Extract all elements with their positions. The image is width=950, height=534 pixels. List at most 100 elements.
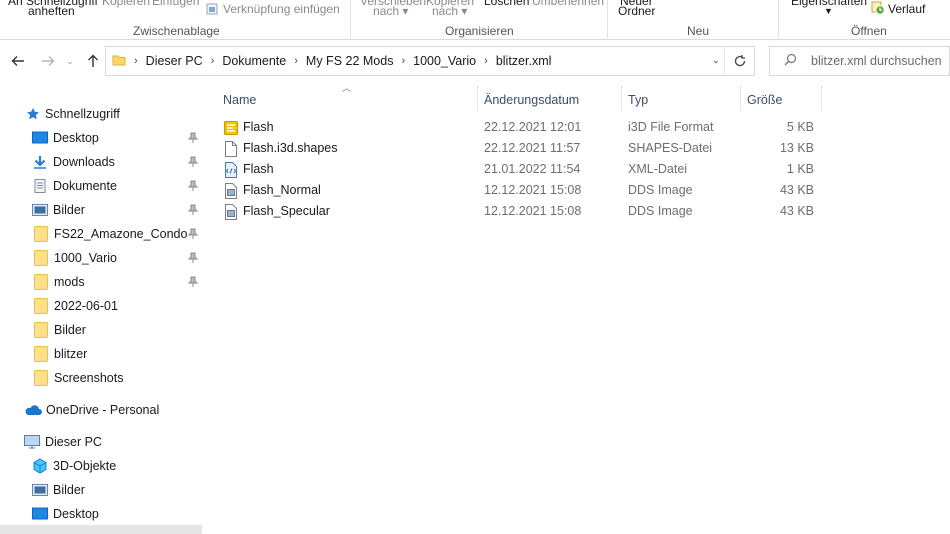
folder-icon (34, 226, 48, 242)
cloud-icon (25, 405, 42, 415)
pin-icon[interactable] (188, 132, 198, 144)
chevron-right-icon: › (484, 55, 488, 67)
breadcrumb-item[interactable]: Dokumente (222, 54, 286, 68)
pin-icon[interactable] (188, 252, 198, 264)
file-date: 22.12.2021 11:57 (484, 141, 581, 155)
breadcrumb-item[interactable]: 1000_Vario (413, 54, 476, 68)
sidebar-item-pc-pictures[interactable]: Bilder (0, 478, 202, 502)
sidebar-item-2022-06-01[interactable]: 2022-06-01 (0, 294, 202, 318)
pin-icon[interactable] (188, 204, 198, 216)
breadcrumb-item[interactable]: blitzer.xml (496, 54, 552, 68)
column-header-size[interactable]: Größe (747, 81, 821, 119)
sidebar-item-label: Desktop (53, 131, 99, 145)
sidebar-item-this-pc[interactable]: Dieser PC (0, 430, 202, 454)
file-row[interactable]: Flash_Specular 12.12.2021 15:08 DDS Imag… (210, 201, 950, 222)
column-header-type[interactable]: Typ (628, 81, 740, 119)
column-header-label: Größe (747, 93, 783, 107)
address-bar[interactable]: › Dieser PC › Dokumente › My FS 22 Mods … (105, 46, 755, 76)
column-header-label: Name (223, 93, 257, 107)
copy-button[interactable]: Kopieren (102, 0, 150, 8)
sidebar-item-label: OneDrive - Personal (46, 403, 160, 417)
chevron-right-icon: › (294, 55, 298, 67)
refresh-button[interactable] (724, 47, 754, 75)
column-header-date[interactable]: Änderungsdatum (484, 81, 620, 119)
sidebar-item-screenshots[interactable]: Screenshots (0, 366, 202, 390)
image-file-icon (225, 204, 237, 220)
sidebar-item-label: Bilder (53, 483, 85, 497)
sidebar-item-label: Schnellzugriff (45, 107, 120, 121)
folder-icon (112, 53, 126, 70)
sidebar-item-documents[interactable]: Dokumente (0, 174, 202, 198)
delete-button[interactable]: Löschen (484, 0, 529, 8)
file-size: 13 KB (779, 141, 814, 155)
column-divider[interactable] (621, 85, 622, 111)
rename-button[interactable]: Umbenennen (532, 0, 604, 8)
pictures-icon (32, 484, 48, 496)
recent-locations-button[interactable]: ⌄ (60, 51, 80, 71)
folder-icon (34, 250, 48, 266)
pin-icon[interactable] (188, 228, 198, 240)
sidebar-item-onedrive[interactable]: OneDrive - Personal (0, 398, 202, 422)
properties-dropdown-icon[interactable]: ▼ (824, 5, 833, 18)
sidebar-item-3d-objects[interactable]: 3D-Objekte (0, 454, 202, 478)
new-folder-label-2: Ordner (618, 4, 656, 18)
ribbon-divider (350, 0, 351, 38)
3d-objects-icon (33, 458, 47, 474)
sidebar-item-downloads[interactable]: Downloads (0, 150, 202, 174)
file-type: SHAPES-Datei (628, 141, 713, 155)
file-date: 12.12.2021 15:08 (484, 204, 582, 218)
group-open-label: Öffnen (851, 24, 887, 38)
file-row[interactable]: Flash.i3d.shapes 22.12.2021 11:57 SHAPES… (210, 138, 950, 159)
search-box[interactable]: blitzer.xml durchsuchen (769, 46, 950, 76)
ribbon-divider (607, 0, 608, 38)
breadcrumb-item[interactable]: Dieser PC (146, 54, 203, 68)
column-header-name[interactable]: Name (223, 81, 477, 119)
file-row[interactable]: Flash_Normal 12.12.2021 15:08 DDS Image … (210, 180, 950, 201)
blank-file-icon (225, 141, 237, 157)
forward-button[interactable] (38, 51, 58, 71)
folder-icon (34, 298, 48, 314)
xml-file-icon (225, 162, 237, 178)
pin-icon[interactable] (188, 156, 198, 168)
chevron-right-icon: › (210, 55, 215, 67)
history-icon (871, 1, 885, 15)
column-divider[interactable] (740, 85, 741, 111)
sidebar-item-blitzer[interactable]: blitzer (0, 342, 202, 366)
sidebar-item-pc-desktop[interactable]: Desktop (0, 502, 202, 526)
file-name: Flash_Specular (243, 204, 330, 218)
sidebar-item-mods[interactable]: mods (0, 270, 202, 294)
file-row[interactable]: Flash 22.12.2021 12:01 i3D File Format 5… (210, 117, 950, 138)
file-list: ︿ Name Änderungsdatum Typ Größe Flash 22… (210, 81, 950, 534)
sidebar-item-bilder-folder[interactable]: Bilder (0, 318, 202, 342)
sidebar-item-partial[interactable] (0, 525, 202, 534)
folder-icon (34, 346, 48, 362)
pin-icon[interactable] (188, 180, 198, 192)
column-divider[interactable] (821, 85, 822, 111)
breadcrumb-item[interactable]: My FS 22 Mods (306, 54, 394, 68)
address-dropdown-icon[interactable]: ⌄ (712, 55, 720, 66)
sidebar-item-label: blitzer (54, 347, 88, 361)
history-button[interactable]: Verlauf (871, 1, 925, 16)
computer-icon (24, 435, 40, 449)
pin-quick-access-label-2: anheften (28, 4, 75, 18)
file-date: 21.01.2022 11:54 (484, 162, 581, 176)
sidebar-item-pictures[interactable]: Bilder (0, 198, 202, 222)
back-button[interactable] (8, 51, 28, 71)
documents-icon (34, 179, 46, 193)
file-name: Flash (243, 162, 274, 176)
pin-icon[interactable] (188, 276, 198, 288)
sidebar-item-label: mods (54, 275, 85, 289)
paste-button[interactable]: Einfügen (152, 0, 199, 8)
sidebar-item-fs22-amazone[interactable]: FS22_Amazone_Condor15 (0, 222, 202, 246)
sidebar-item-desktop[interactable]: Desktop (0, 126, 202, 150)
column-divider[interactable] (477, 85, 478, 111)
sidebar-item-label: Desktop (53, 507, 99, 521)
file-date: 22.12.2021 12:01 (484, 120, 582, 134)
up-button[interactable] (83, 51, 103, 71)
file-row[interactable]: Flash 21.01.2022 11:54 XML-Datei 1 KB (210, 159, 950, 180)
file-type: DDS Image (628, 204, 693, 218)
paste-shortcut-button[interactable]: Verknüpfung einfügen (206, 2, 340, 16)
sidebar-item-quick-access[interactable]: Schnellzugriff (0, 102, 202, 126)
sidebar-item-label: Screenshots (54, 371, 124, 385)
sidebar-item-1000-vario[interactable]: 1000_Vario (0, 246, 202, 270)
